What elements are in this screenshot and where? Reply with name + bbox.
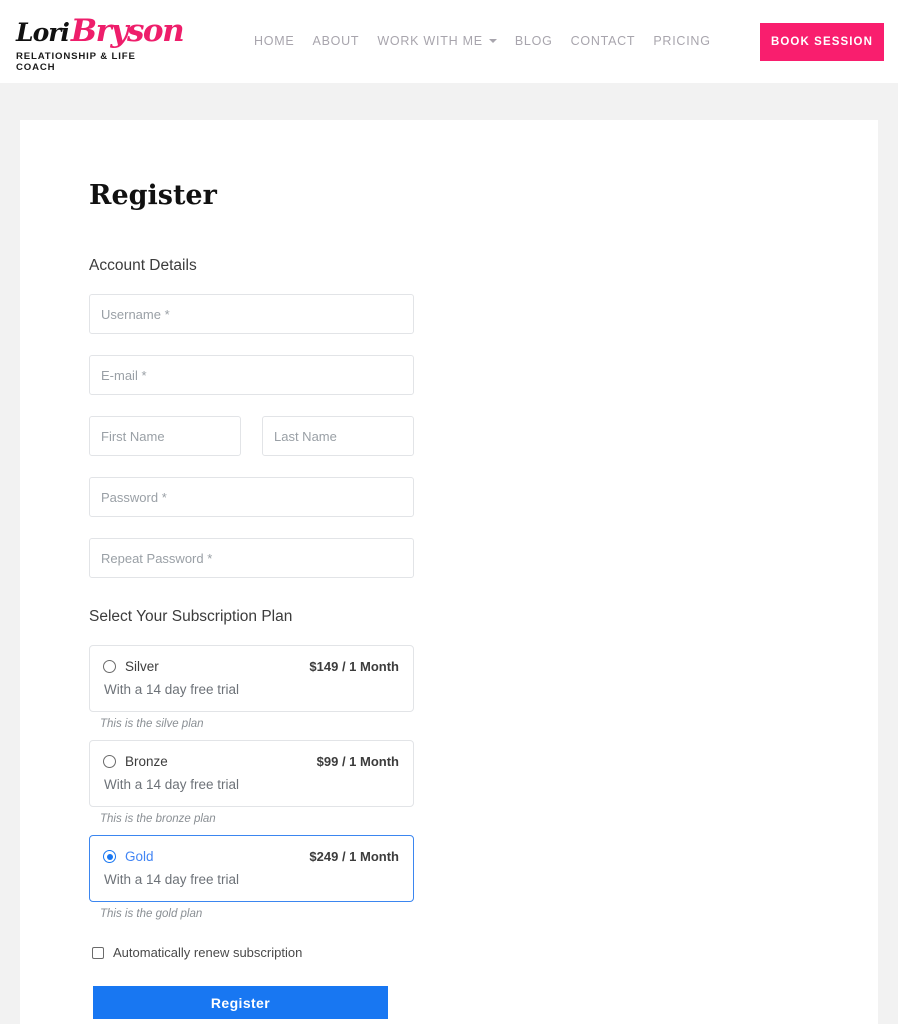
nav-item-pricing-label: PRICING xyxy=(653,34,711,48)
main-navigation: HOME ABOUT WORK WITH ME BLOG CONTACT PRI… xyxy=(254,34,729,48)
logo-first-name: Lori xyxy=(16,18,70,47)
plan-note-bronze: This is the bronze plan xyxy=(100,813,216,825)
nav-item-about-label: ABOUT xyxy=(312,34,360,48)
nav-item-home[interactable]: HOME xyxy=(254,34,313,48)
radio-silver[interactable] xyxy=(103,660,116,673)
plan-price-gold: $249 / 1 Month xyxy=(309,849,399,864)
username-input[interactable] xyxy=(89,294,414,334)
nav-item-pricing[interactable]: PRICING xyxy=(653,34,728,48)
account-details-label: Account Details xyxy=(89,257,197,274)
plan-name-wrap-gold: Gold xyxy=(103,849,154,864)
plan-price-bronze: $99 / 1 Month xyxy=(316,754,399,769)
logo-wordmark: LoriBryson xyxy=(16,12,185,50)
radio-bronze[interactable] xyxy=(103,755,116,768)
email-input[interactable] xyxy=(89,355,414,395)
plan-card-bronze[interactable]: Bronze $99 / 1 Month With a 14 day free … xyxy=(89,740,414,807)
plan-header-bronze: Bronze $99 / 1 Month xyxy=(103,754,399,769)
plan-note-gold: This is the gold plan xyxy=(100,908,203,920)
plan-trial-gold: With a 14 day free trial xyxy=(104,872,240,887)
subscription-plan-label: Select Your Subscription Plan xyxy=(89,608,293,625)
nav-item-blog-label: BLOG xyxy=(514,34,553,48)
chevron-down-icon xyxy=(488,39,497,43)
nav-item-work-with-me-label: WORK WITH ME xyxy=(377,34,483,48)
plan-name-silver: Silver xyxy=(125,659,159,674)
plan-block-bronze: Bronze $99 / 1 Month With a 14 day free … xyxy=(89,740,878,825)
site-logo[interactable]: LoriBryson RELATIONSHIP & LIFE COACH xyxy=(16,12,185,73)
repeat-password-input[interactable] xyxy=(89,538,414,578)
plan-name-bronze: Bronze xyxy=(125,754,168,769)
plan-name-wrap-silver: Silver xyxy=(103,659,159,674)
plan-price-silver: $149 / 1 Month xyxy=(309,659,399,674)
plan-block-gold: Gold $249 / 1 Month With a 14 day free t… xyxy=(89,835,878,920)
content-card: Register Account Details Select Your Sub… xyxy=(20,120,878,1024)
nav-item-about[interactable]: ABOUT xyxy=(313,34,378,48)
site-header: LoriBryson RELATIONSHIP & LIFE COACH HOM… xyxy=(0,0,898,83)
first-name-input[interactable] xyxy=(89,416,241,456)
plan-header-silver: Silver $149 / 1 Month xyxy=(103,659,399,674)
nav-item-home-label: HOME xyxy=(254,34,295,48)
radio-gold[interactable] xyxy=(103,850,116,863)
plan-header-gold: Gold $249 / 1 Month xyxy=(103,849,399,864)
nav-item-contact[interactable]: CONTACT xyxy=(571,34,654,48)
password-input[interactable] xyxy=(89,477,414,517)
plan-note-silver: This is the silve plan xyxy=(100,718,204,730)
nav-item-blog[interactable]: BLOG xyxy=(515,34,571,48)
register-form-container: Register Account Details Select Your Sub… xyxy=(20,120,878,1019)
auto-renew-label: Automatically renew subscription xyxy=(113,945,303,960)
register-submit-button[interactable]: Register xyxy=(93,986,388,1019)
plan-block-silver: Silver $149 / 1 Month With a 14 day free… xyxy=(89,645,878,730)
nav-item-contact-label: CONTACT xyxy=(570,34,636,48)
page-title: Register xyxy=(89,180,217,211)
auto-renew-checkbox[interactable] xyxy=(92,946,104,959)
logo-last-name: Bryson xyxy=(70,13,185,49)
name-row xyxy=(89,416,878,477)
auto-renew-row[interactable]: Automatically renew subscription xyxy=(92,945,878,960)
plan-trial-silver: With a 14 day free trial xyxy=(104,682,240,697)
plan-trial-bronze: With a 14 day free trial xyxy=(104,777,240,792)
plan-card-silver[interactable]: Silver $149 / 1 Month With a 14 day free… xyxy=(89,645,414,712)
plan-card-gold[interactable]: Gold $249 / 1 Month With a 14 day free t… xyxy=(89,835,414,902)
nav-item-work-with-me[interactable]: WORK WITH ME xyxy=(377,34,515,48)
plan-name-wrap-bronze: Bronze xyxy=(103,754,168,769)
plan-name-gold: Gold xyxy=(125,849,154,864)
last-name-input[interactable] xyxy=(262,416,414,456)
book-session-button[interactable]: BOOK SESSION xyxy=(760,23,884,61)
logo-tagline: RELATIONSHIP & LIFE COACH xyxy=(16,51,136,73)
